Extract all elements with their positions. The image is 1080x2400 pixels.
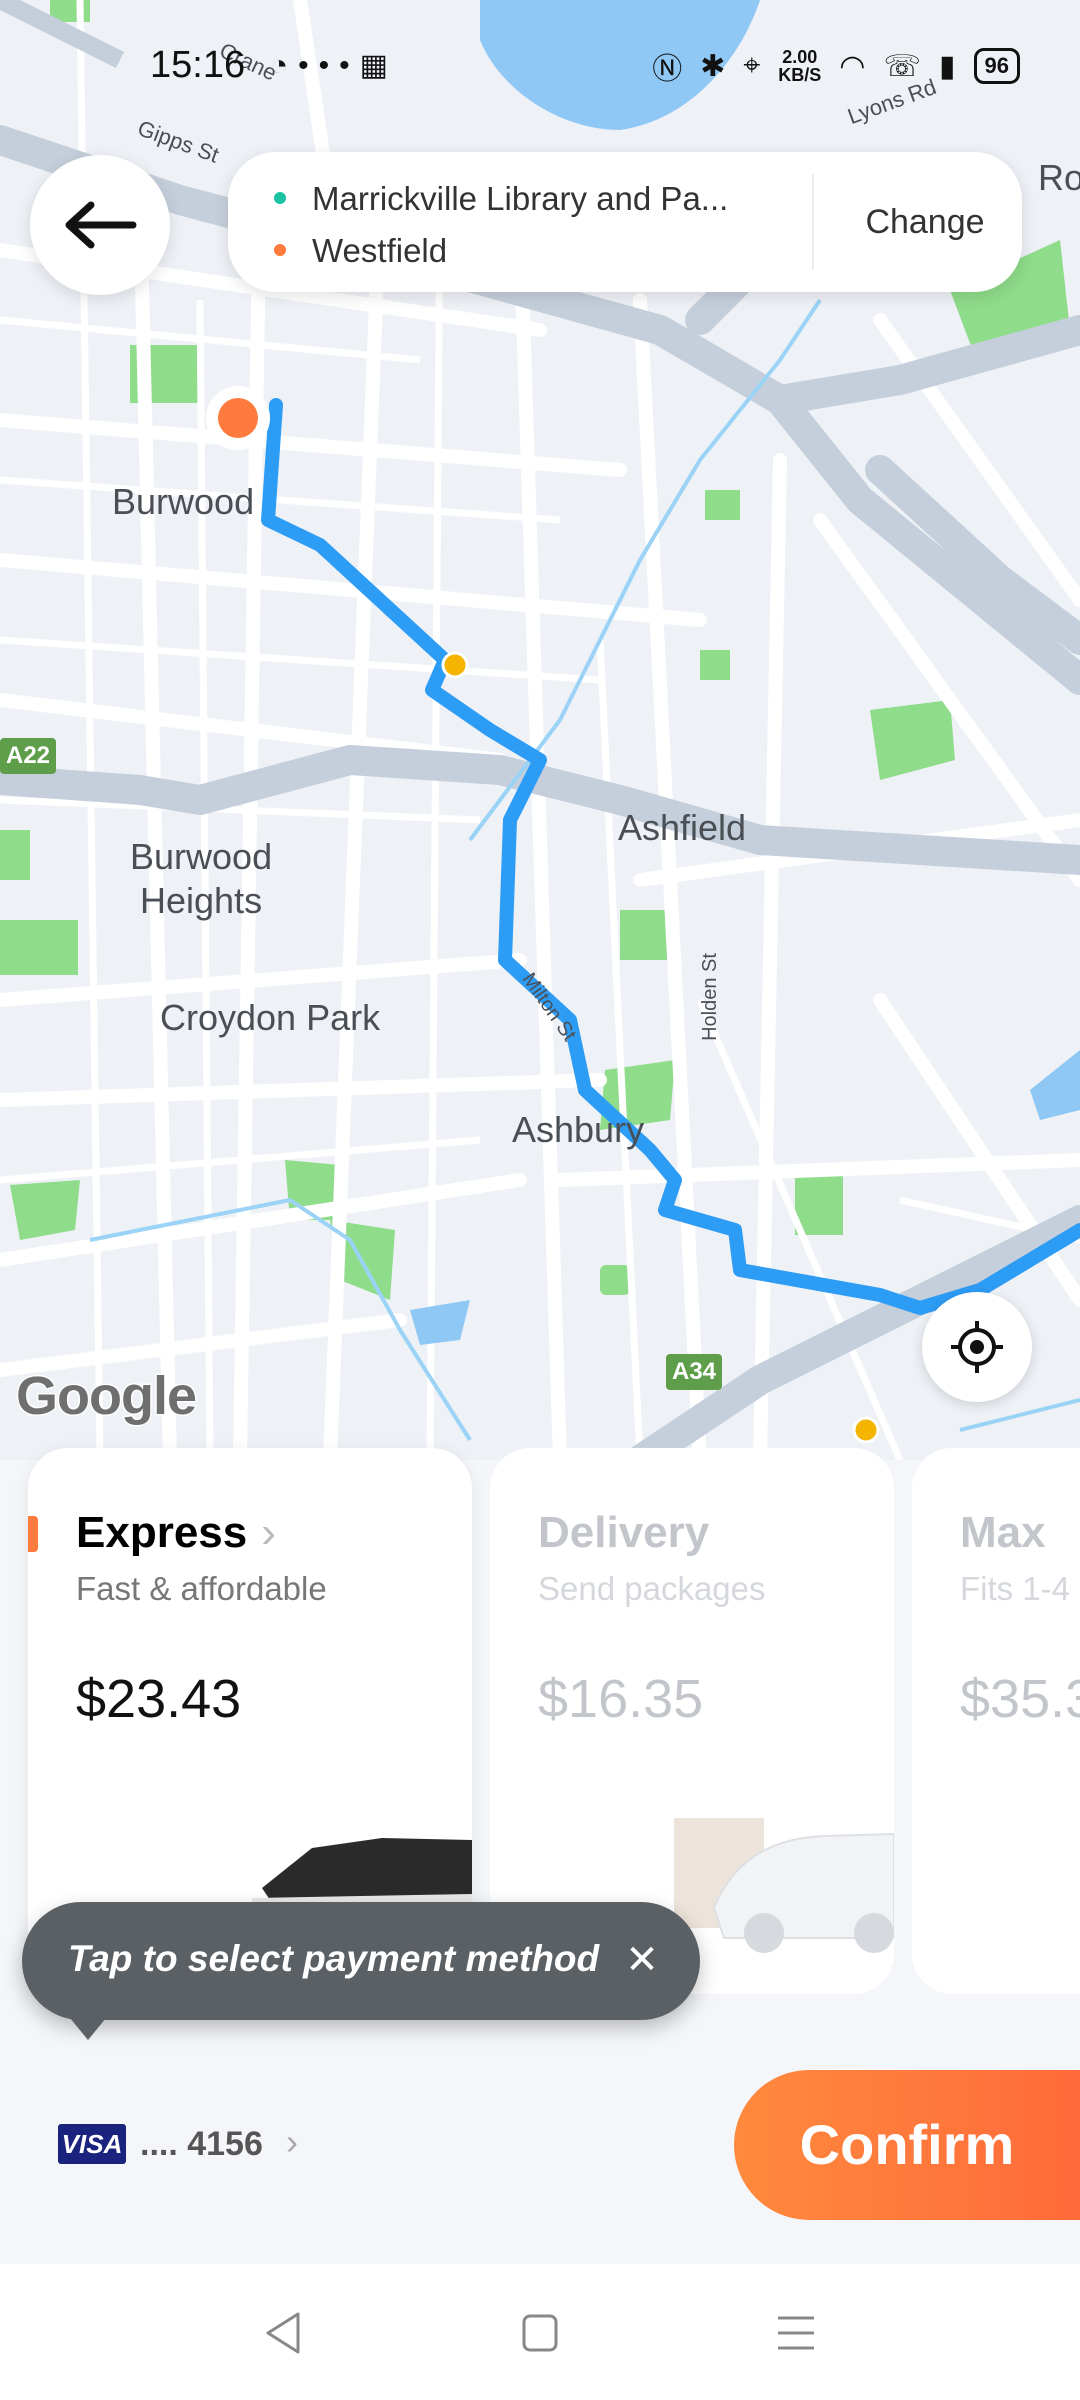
chevron-right-icon[interactable]: › xyxy=(286,2120,298,2164)
ride-option-subtitle: Fits 1-4 xyxy=(960,1570,1071,1607)
network-speed-value: 2.00 xyxy=(782,47,818,67)
route-origin-text: Marrickville Library and Pa... xyxy=(312,180,729,217)
signal-icon: ▮ xyxy=(939,49,956,83)
arrow-left-icon xyxy=(65,201,137,249)
nav-menu-icon[interactable] xyxy=(766,2308,826,2358)
my-location-button[interactable] xyxy=(922,1292,1032,1402)
origin-dot-icon xyxy=(274,192,286,205)
ride-option-name: Express › xyxy=(76,1508,276,1557)
route-destination-text: Westfield xyxy=(312,232,448,269)
map-label-burwood-heights: Burwood Heights xyxy=(130,836,273,921)
map-label-burwood: Burwood xyxy=(112,481,255,522)
visa-logo[interactable]: VISA xyxy=(58,2124,126,2164)
delivery-car-image xyxy=(674,1818,894,1953)
confirm-button[interactable]: Confirm xyxy=(734,2070,1080,2220)
change-route-button[interactable]: Change xyxy=(828,152,1022,292)
tooltip-tail xyxy=(70,2018,106,2040)
ride-option-name: Delivery xyxy=(538,1508,710,1557)
chevron-right-icon: › xyxy=(261,1508,276,1557)
street-label-holden-st: Holden St xyxy=(698,953,721,1041)
map-label-ro: Ro xyxy=(1038,157,1080,198)
call-icon: ☏ xyxy=(883,49,921,83)
system-nav-bar xyxy=(0,2264,1080,2400)
close-icon[interactable]: ✕ xyxy=(614,1932,670,1988)
selected-indicator xyxy=(28,1516,38,1552)
destination-dot-icon xyxy=(274,244,286,257)
google-attribution: Google xyxy=(15,1365,199,1428)
battery-icon: 96 xyxy=(973,48,1020,84)
ride-option-name: Max xyxy=(960,1508,1046,1557)
ride-option-max[interactable]: Max Fits 1-4 $35.3 xyxy=(912,1448,1080,1994)
status-right-icons: Ⓝ ✱ ⌖ 2.00 KB/S ◠ ☏ ▮ 96 xyxy=(652,44,1020,88)
map-label-ashbury: Ashbury xyxy=(512,1109,645,1150)
route-summary-card[interactable]: Marrickville Library and Pa... Westfield… xyxy=(228,152,1022,292)
status-bar: 15:16 ◔•••▦ Ⓝ ✱ ⌖ 2.00 KB/S ◠ ☏ ▮ 96 xyxy=(0,0,1080,130)
road-badge-a34: A34 xyxy=(666,1354,723,1390)
nav-home-icon[interactable] xyxy=(510,2308,570,2358)
nfc-icon: Ⓝ xyxy=(652,53,683,86)
bluetooth-icon: ✱ xyxy=(700,49,726,83)
route-origin: Marrickville Library and Pa... xyxy=(274,180,728,218)
network-speed: 2.00 KB/S xyxy=(778,48,821,84)
more-dots-icon: ••• xyxy=(298,49,360,82)
road-badge-a22: A22 xyxy=(0,738,57,774)
network-speed-unit: KB/S xyxy=(778,65,822,85)
payment-card-number[interactable]: .... 4156 xyxy=(140,2124,263,2164)
ride-option-subtitle: Send packages xyxy=(538,1570,766,1607)
nav-back-icon[interactable] xyxy=(254,2308,314,2358)
ride-option-subtitle: Fast & affordable xyxy=(76,1570,327,1607)
route-destination: Westfield xyxy=(274,232,447,270)
ride-option-price: $16.35 xyxy=(538,1669,704,1729)
crosshair-icon xyxy=(951,1321,1003,1373)
ride-option-price: $23.43 xyxy=(76,1669,242,1729)
back-button[interactable] xyxy=(30,155,170,295)
divider xyxy=(812,174,814,270)
chart-icon: ◔ xyxy=(270,49,299,82)
ride-option-price: $35.3 xyxy=(960,1669,1080,1729)
payment-tooltip: Tap to select payment method ✕ xyxy=(22,1902,700,2020)
map-label-croydon-park: Croydon Park xyxy=(160,997,381,1038)
status-left-icons: ◔•••▦ xyxy=(270,48,398,83)
map-label-ashfield: Ashfield xyxy=(618,807,747,848)
status-time: 15:16 xyxy=(150,44,246,86)
location-icon: ⌖ xyxy=(743,49,761,82)
wifi-icon: ◠ xyxy=(839,49,866,83)
tooltip-text: Tap to select payment method xyxy=(68,1938,600,1979)
calendar-icon: ▦ xyxy=(359,49,398,82)
